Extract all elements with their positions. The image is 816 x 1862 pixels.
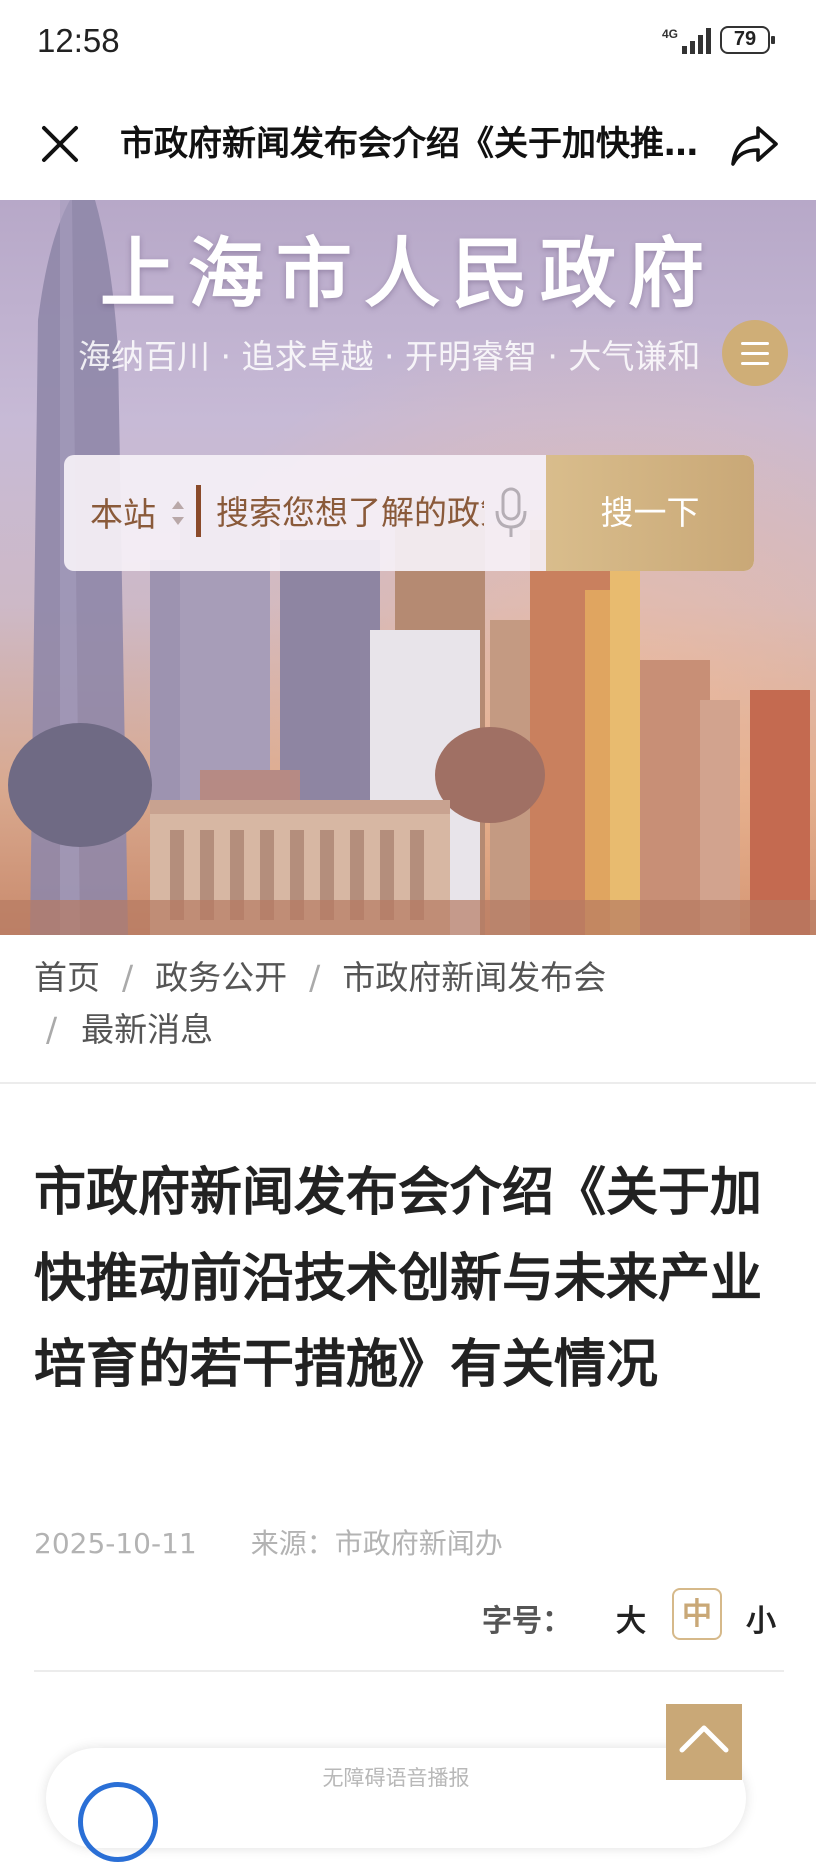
- site-slogan: 海纳百川 · 追求卓越 · 开明睿智 · 大气谦和: [78, 337, 701, 376]
- battery-icon: 79: [720, 26, 775, 54]
- article-source: 来源：市政府新闻办: [250, 1527, 503, 1560]
- search-scope-select[interactable]: 本站: [90, 488, 156, 536]
- menu-button[interactable]: [722, 320, 788, 386]
- status-bar: 12:58 4G 79: [0, 0, 816, 88]
- sort-arrows-icon: [172, 501, 184, 525]
- breadcrumb-press-conference[interactable]: 市政府新闻发布会: [342, 958, 606, 997]
- hero-banner: 上海市人民政府 海纳百川 · 追求卓越 · 开明睿智 · 大气谦和 本站 搜一下: [0, 200, 816, 935]
- cellular-signal-icon: 4G: [662, 27, 711, 54]
- back-to-top-button[interactable]: [666, 1704, 742, 1780]
- close-icon[interactable]: [34, 118, 86, 170]
- site-title: 上海市人民政府: [100, 229, 716, 318]
- search-box: 本站 搜一下: [64, 455, 754, 571]
- network-type: 4G: [662, 27, 678, 41]
- page-title: 市政府新闻发布会介绍《关于加快推动前沿技术创新与未来产业培育的若干措施》有关情况: [120, 124, 700, 164]
- status-time: 12:58: [37, 22, 120, 59]
- audio-reader-label: 无障碍语音播报: [322, 1766, 470, 1790]
- breadcrumb: 首页 / 政务公开 / 市政府新闻发布会 / 最新消息: [34, 952, 794, 1056]
- font-size-medium-button[interactable]: 中: [672, 1588, 722, 1640]
- font-size-small-button[interactable]: 小: [746, 1596, 776, 1640]
- audio-reader-card[interactable]: 无障碍语音播报: [46, 1748, 746, 1862]
- breadcrumb-separator: /: [309, 958, 321, 997]
- font-size-label: 字号：: [482, 1604, 572, 1639]
- breadcrumb-separator: /: [122, 958, 134, 997]
- search-input[interactable]: [216, 479, 484, 545]
- top-nav-bar: 市政府新闻发布会介绍《关于加快推动前沿技术创新与未来产业培育的若干措施》有关情况: [0, 88, 816, 200]
- font-size-control: 字号： 大 中 小: [482, 1588, 782, 1644]
- breadcrumb-latest-news[interactable]: 最新消息: [81, 1010, 213, 1049]
- search-button[interactable]: 搜一下: [546, 455, 754, 571]
- article-title: 市政府新闻发布会介绍《关于加快推动前沿技术创新与未来产业培育的若干措施》有关情况: [34, 1163, 763, 1395]
- text-cursor: [196, 485, 201, 537]
- article-date: 2025-10-11: [34, 1527, 197, 1560]
- share-icon[interactable]: [728, 118, 782, 172]
- divider: [0, 1082, 816, 1084]
- menu-icon: [741, 342, 769, 345]
- menu-icon-bar: [741, 352, 769, 355]
- play-audio-icon[interactable]: [78, 1782, 158, 1862]
- breadcrumb-separator: /: [46, 1010, 58, 1049]
- breadcrumb-home[interactable]: 首页: [34, 958, 100, 997]
- breadcrumb-gov-affairs[interactable]: 政务公开: [155, 958, 287, 997]
- font-size-large-button[interactable]: 大: [616, 1596, 646, 1640]
- menu-icon-bar: [741, 362, 769, 365]
- divider: [34, 1670, 784, 1672]
- article-meta: 2025-10-11 来源：市政府新闻办: [34, 1522, 503, 1562]
- microphone-icon[interactable]: [494, 485, 528, 539]
